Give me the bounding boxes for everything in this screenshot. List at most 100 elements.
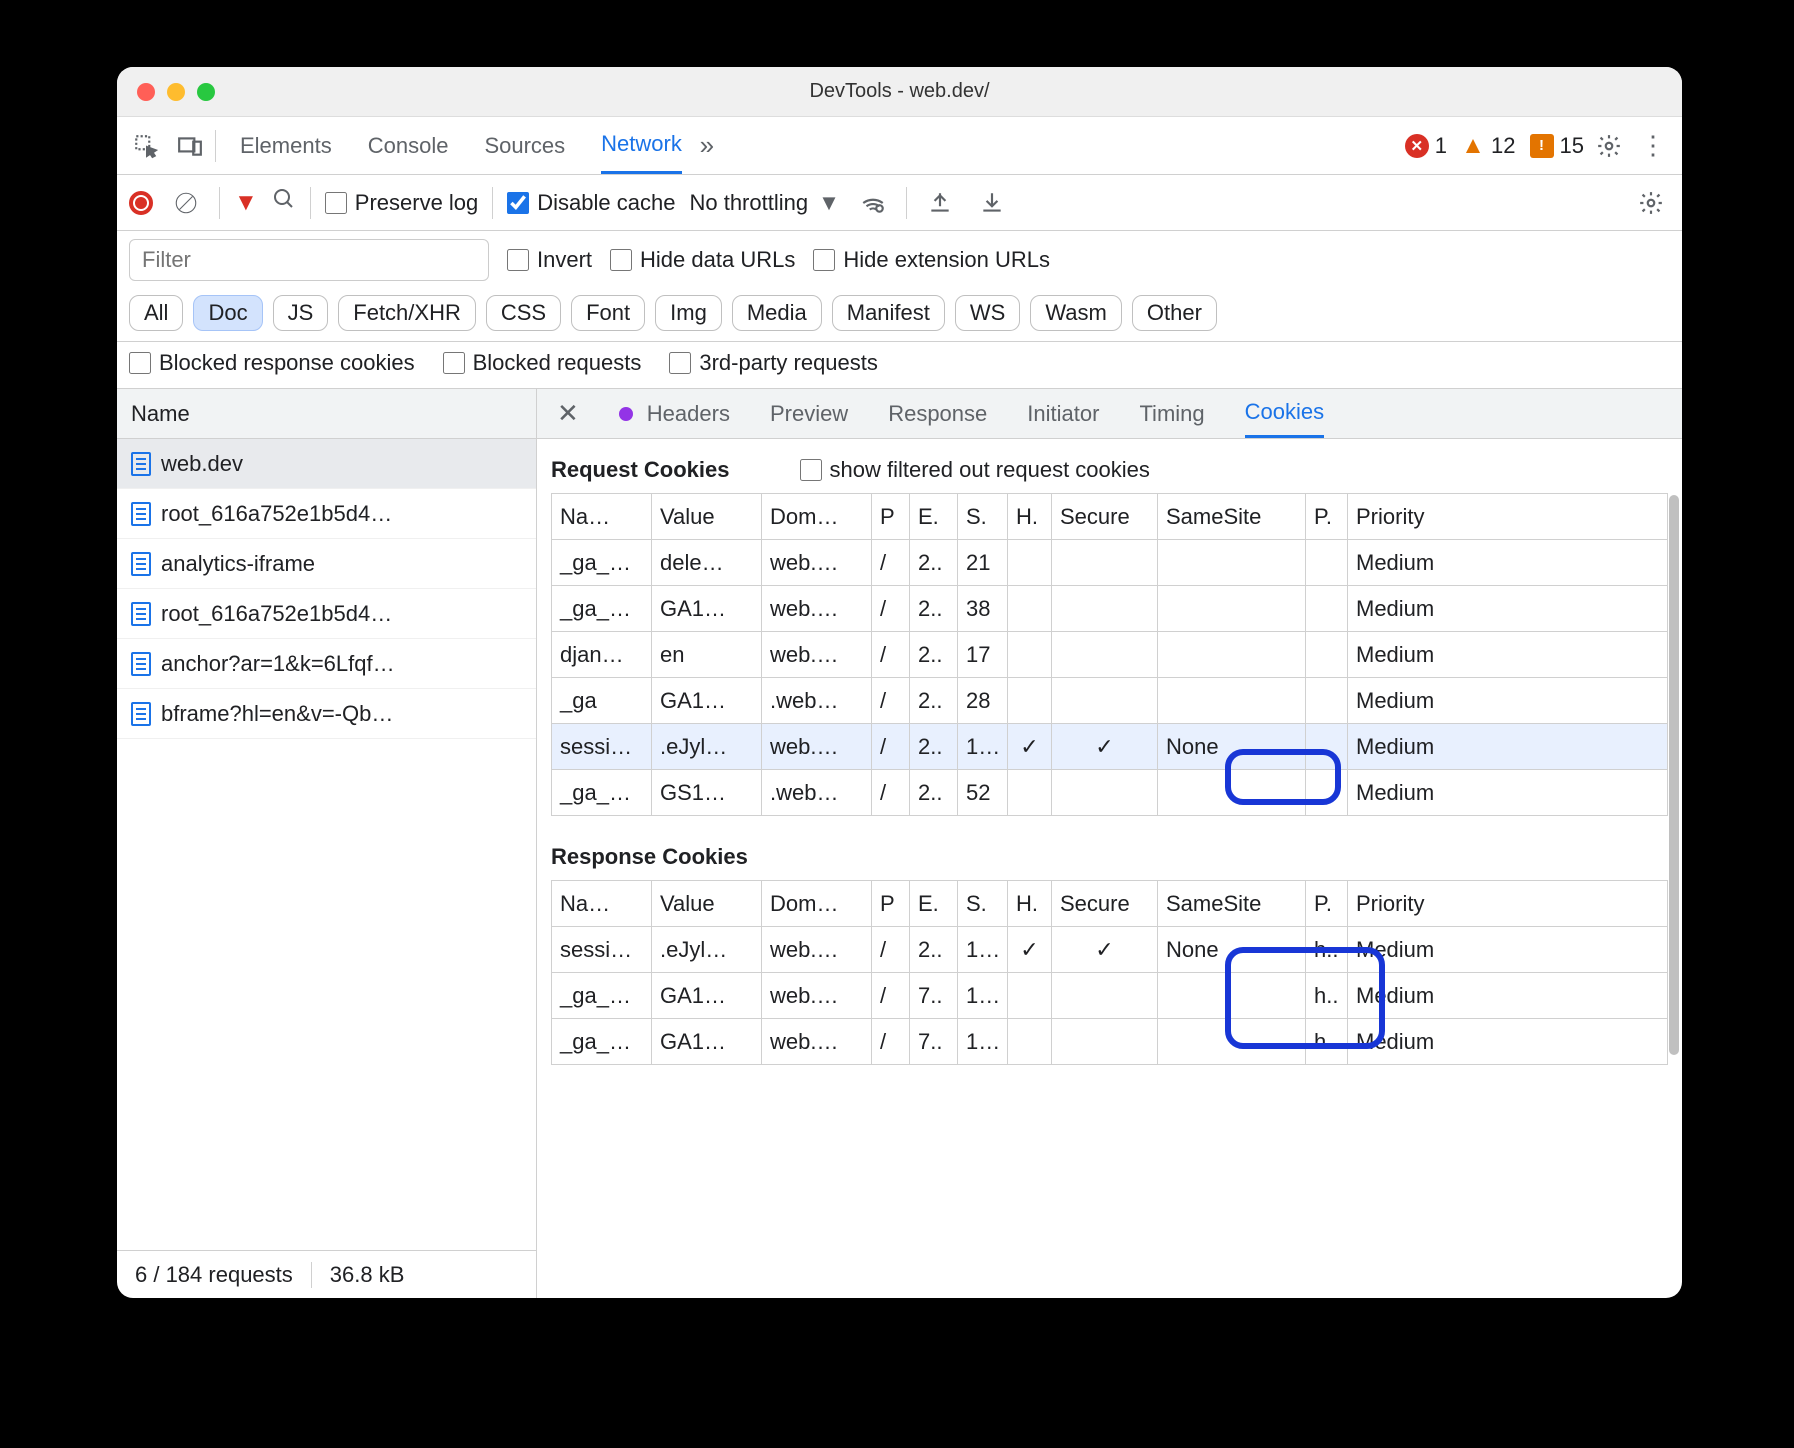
transfer-size: 36.8 kB xyxy=(312,1262,423,1288)
detail-tab-cookies[interactable]: Cookies xyxy=(1245,389,1324,438)
cookie-header-domain[interactable]: Dom… xyxy=(762,494,872,540)
type-filter-js[interactable]: JS xyxy=(273,295,329,331)
type-filter-img[interactable]: Img xyxy=(655,295,722,331)
cookie-row[interactable]: djan…enweb.…/2..17Medium xyxy=(552,632,1668,678)
scrollbar[interactable] xyxy=(1669,495,1679,1055)
name-column-header[interactable]: Name xyxy=(117,389,536,439)
export-har-button[interactable] xyxy=(973,184,1011,222)
cookie-header-priority[interactable]: Priority xyxy=(1348,881,1668,927)
request-item[interactable]: anchor?ar=1&k=6Lfqf… xyxy=(117,639,536,689)
more-tabs-button[interactable]: » xyxy=(688,127,726,165)
cookie-header-domain[interactable]: Dom… xyxy=(762,881,872,927)
cookie-header-secure[interactable]: Secure xyxy=(1052,494,1158,540)
record-button[interactable] xyxy=(129,191,153,215)
cookie-header-path[interactable]: P xyxy=(872,494,910,540)
cookie-row[interactable]: _ga_…GA1…web.…/7..1…h..Medium xyxy=(552,973,1668,1019)
network-settings-button[interactable] xyxy=(1632,184,1670,222)
request-item[interactable]: root_616a752e1b5d4… xyxy=(117,489,536,539)
request-cookies-heading: Request Cookies show filtered out reques… xyxy=(551,457,1668,483)
hide-extension-urls-checkbox[interactable]: Hide extension URLs xyxy=(813,247,1050,273)
request-item[interactable]: bframe?hl=en&v=-Qb… xyxy=(117,689,536,739)
cookie-header-expires[interactable]: E. xyxy=(910,881,958,927)
detail-tab-headers[interactable]: Headers xyxy=(647,389,730,438)
cookie-row[interactable]: _gaGA1….web…/2..28Medium xyxy=(552,678,1668,724)
cookie-header-expires[interactable]: E. xyxy=(910,494,958,540)
preserve-log-checkbox[interactable]: Preserve log xyxy=(325,190,479,216)
detail-tab-preview[interactable]: Preview xyxy=(770,389,848,438)
cookie-header-samesite[interactable]: SameSite xyxy=(1158,881,1306,927)
type-filter-ws[interactable]: WS xyxy=(955,295,1020,331)
cookie-header-size[interactable]: S. xyxy=(958,881,1008,927)
filter-row: Invert Hide data URLs Hide extension URL… xyxy=(117,231,1682,289)
cookie-header-size[interactable]: S. xyxy=(958,494,1008,540)
request-count: 6 / 184 requests xyxy=(117,1262,312,1288)
type-filter-css[interactable]: CSS xyxy=(486,295,561,331)
settings-button[interactable] xyxy=(1590,127,1628,165)
cookie-header-priority[interactable]: Priority xyxy=(1348,494,1668,540)
cookie-header-path[interactable]: P xyxy=(872,881,910,927)
cookie-row[interactable]: sessi….eJyl…web.…/2..1…✓✓Noneh..Medium xyxy=(552,927,1668,973)
request-item[interactable]: root_616a752e1b5d4… xyxy=(117,589,536,639)
throttling-select[interactable]: No throttling▼ xyxy=(689,190,839,216)
cookie-header-name[interactable]: Na… xyxy=(552,494,652,540)
cookie-header-samesite[interactable]: SameSite xyxy=(1158,494,1306,540)
type-filter-media[interactable]: Media xyxy=(732,295,822,331)
request-item[interactable]: web.dev xyxy=(117,439,536,489)
request-name: web.dev xyxy=(161,451,243,477)
hide-data-urls-checkbox[interactable]: Hide data URLs xyxy=(610,247,795,273)
cookie-row[interactable]: _ga_…GA1…web.…/2..38Medium xyxy=(552,586,1668,632)
cookie-header-http[interactable]: H. xyxy=(1008,494,1052,540)
disable-cache-checkbox[interactable]: Disable cache xyxy=(507,190,675,216)
type-filter-fetch-xhr[interactable]: Fetch/XHR xyxy=(338,295,476,331)
cookie-row[interactable]: _ga_…GS1….web…/2..52Medium xyxy=(552,770,1668,816)
cookie-row[interactable]: sessi….eJyl…web.…/2..1…✓✓NoneMedium xyxy=(552,724,1668,770)
request-cookies-table[interactable]: Na…ValueDom…PE.S.H.SecureSameSiteP.Prior… xyxy=(551,493,1668,816)
cookie-row[interactable]: _ga_…dele…web.…/2..21Medium xyxy=(552,540,1668,586)
import-har-button[interactable] xyxy=(921,184,959,222)
filter-input[interactable] xyxy=(129,239,489,281)
cookie-header-secure[interactable]: Secure xyxy=(1052,881,1158,927)
cookie-row[interactable]: _ga_…GA1…web.…/7..1…h..Medium xyxy=(552,1019,1668,1065)
cookie-header-part[interactable]: P. xyxy=(1306,881,1348,927)
type-filter-doc[interactable]: Doc xyxy=(193,295,262,331)
tab-network[interactable]: Network xyxy=(601,117,682,174)
tab-console[interactable]: Console xyxy=(368,117,449,174)
response-cookies-table[interactable]: Na…ValueDom…PE.S.H.SecureSameSiteP.Prior… xyxy=(551,880,1668,1065)
cookie-header-name[interactable]: Na… xyxy=(552,881,652,927)
cookie-header-value[interactable]: Value xyxy=(652,881,762,927)
tab-elements[interactable]: Elements xyxy=(240,117,332,174)
inspect-button[interactable] xyxy=(127,127,165,165)
invert-checkbox[interactable]: Invert xyxy=(507,247,592,273)
issues-badge[interactable]: !15 xyxy=(1530,133,1584,159)
error-icon: ✕ xyxy=(1405,134,1429,158)
blocked-cookies-checkbox[interactable]: Blocked response cookies xyxy=(129,350,415,376)
cookie-header-http[interactable]: H. xyxy=(1008,881,1052,927)
close-detail-button[interactable]: ✕ xyxy=(551,398,585,429)
content-area: Name web.dev root_616a752e1b5d4…analytics… xyxy=(117,389,1682,1298)
document-icon xyxy=(131,652,151,676)
request-item[interactable]: analytics-iframe xyxy=(117,539,536,589)
errors-badge[interactable]: ✕1 xyxy=(1405,133,1447,159)
network-conditions-button[interactable] xyxy=(854,184,892,222)
search-button[interactable] xyxy=(272,187,296,218)
warnings-badge[interactable]: ▲12 xyxy=(1461,133,1515,159)
more-menu-button[interactable]: ⋮ xyxy=(1634,127,1672,165)
filter-button[interactable]: ▼ xyxy=(234,189,258,217)
detail-tab-response[interactable]: Response xyxy=(888,389,987,438)
show-filtered-checkbox[interactable]: show filtered out request cookies xyxy=(800,457,1150,483)
clear-button[interactable] xyxy=(167,184,205,222)
tab-sources[interactable]: Sources xyxy=(484,117,565,174)
cookie-header-value[interactable]: Value xyxy=(652,494,762,540)
override-indicator-icon xyxy=(619,407,633,421)
type-filter-manifest[interactable]: Manifest xyxy=(832,295,945,331)
device-toolbar-button[interactable] xyxy=(171,127,209,165)
third-party-checkbox[interactable]: 3rd-party requests xyxy=(669,350,878,376)
cookie-header-part[interactable]: P. xyxy=(1306,494,1348,540)
type-filter-all[interactable]: All xyxy=(129,295,183,331)
detail-tab-initiator[interactable]: Initiator xyxy=(1027,389,1099,438)
type-filter-font[interactable]: Font xyxy=(571,295,645,331)
detail-tab-timing[interactable]: Timing xyxy=(1139,389,1204,438)
type-filter-other[interactable]: Other xyxy=(1132,295,1217,331)
blocked-requests-checkbox[interactable]: Blocked requests xyxy=(443,350,642,376)
type-filter-wasm[interactable]: Wasm xyxy=(1030,295,1122,331)
